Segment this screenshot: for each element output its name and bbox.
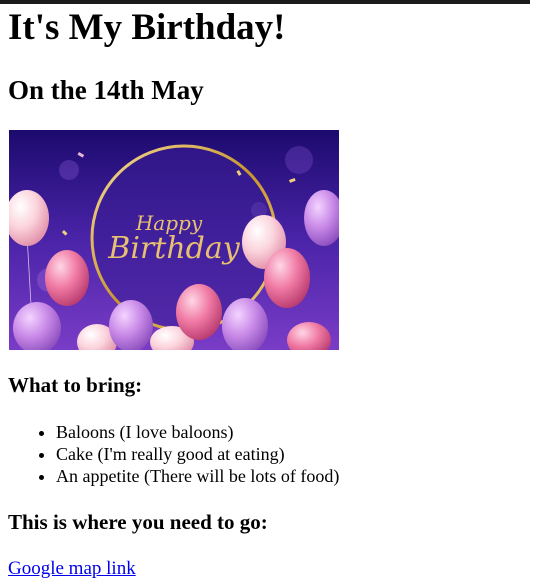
bring-list: Baloons (I love baloons) Cake (I'm reall… <box>56 421 339 487</box>
date-heading: On the 14th May <box>8 75 204 105</box>
location-heading: This is where you need to go: <box>8 510 268 534</box>
birthday-banner-image: Happy Birthday <box>9 130 339 350</box>
banner-birthday-text: Birthday <box>107 231 240 266</box>
page-title: It's My Birthday! <box>8 7 286 48</box>
list-item: An appetite (There will be lots of food) <box>56 465 339 487</box>
list-item: Baloons (I love baloons) <box>56 421 339 443</box>
google-map-link[interactable]: Google map link <box>8 557 136 581</box>
list-item: Cake (I'm really good at eating) <box>56 443 339 465</box>
top-border <box>0 0 530 4</box>
what-to-bring-heading: What to bring: <box>8 373 143 397</box>
